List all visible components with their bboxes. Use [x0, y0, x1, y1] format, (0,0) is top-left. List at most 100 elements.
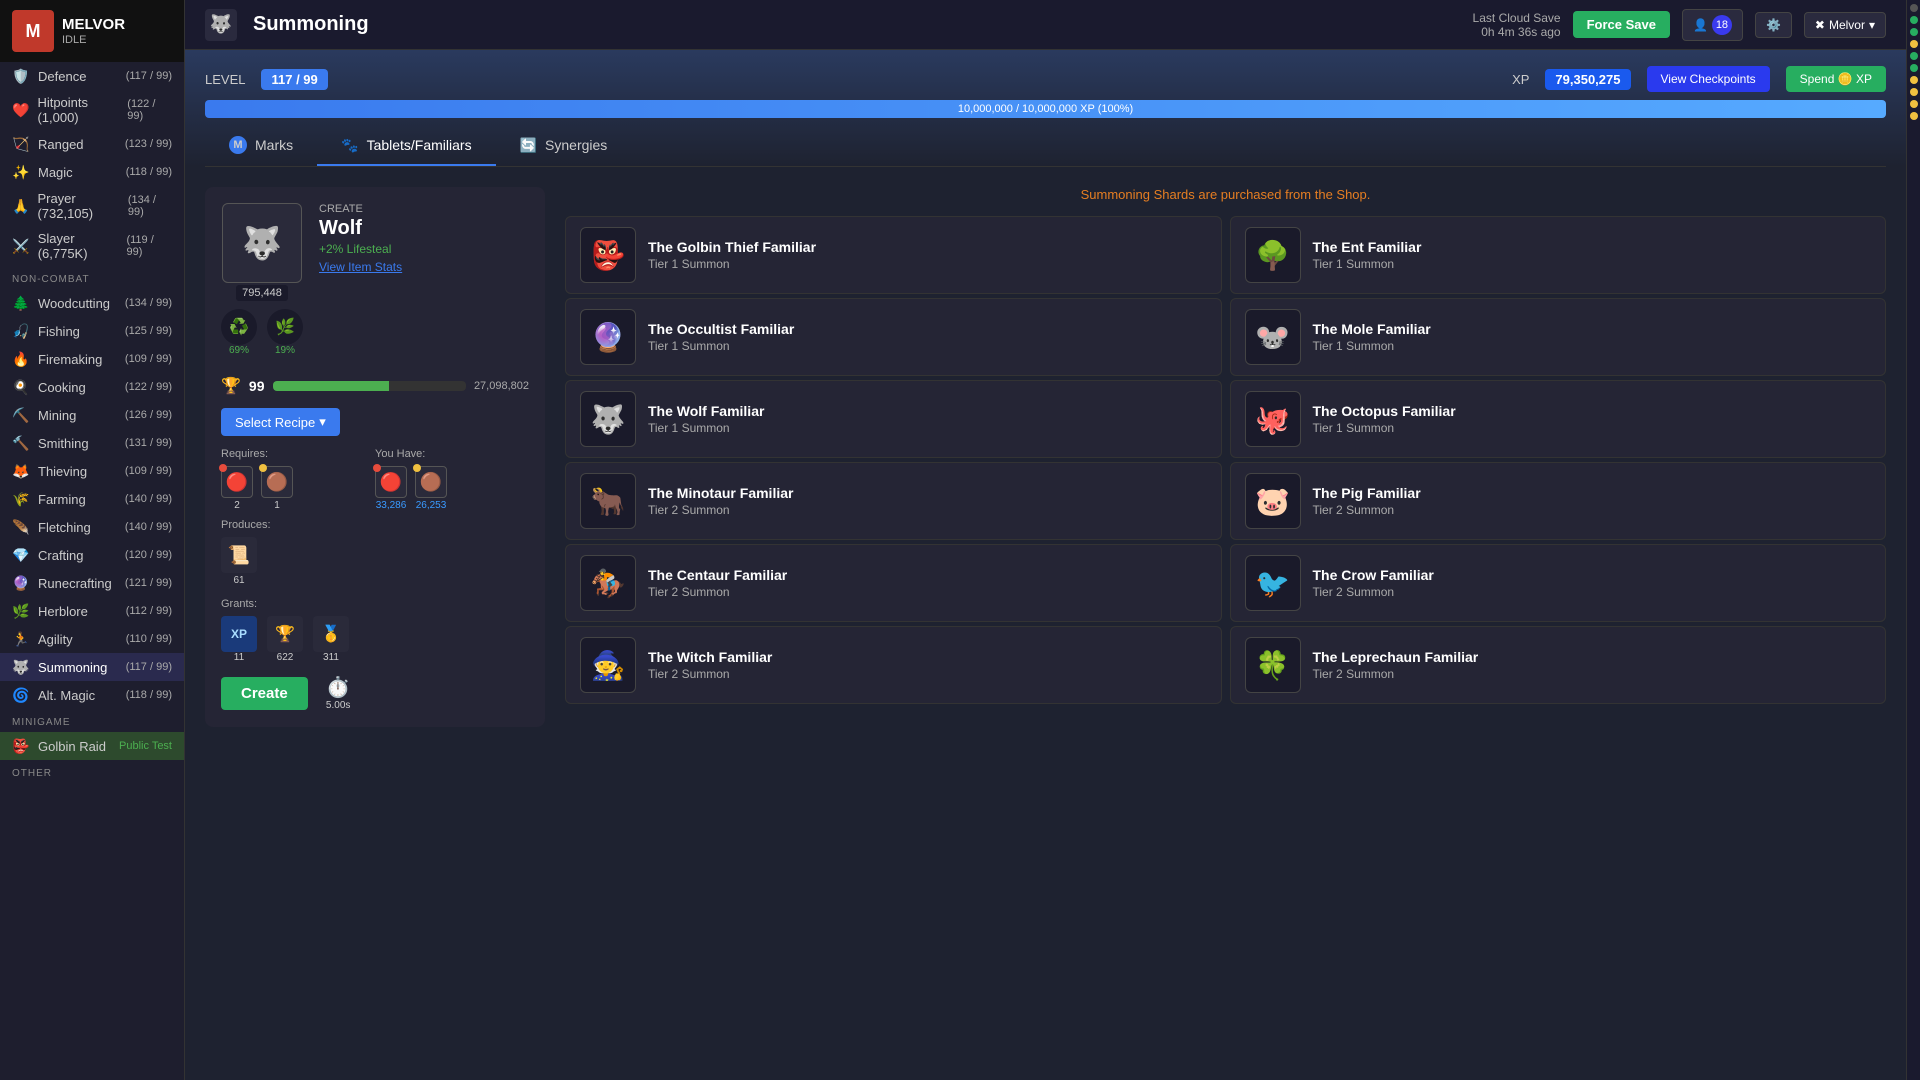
cross-icon: ✖ — [1815, 18, 1825, 32]
grant-medal-value: 311 — [323, 652, 339, 663]
sidebar-item-prayer[interactable]: 🙏 Prayer (732,105) (134 / 99) — [0, 186, 184, 226]
familiar-mole-img: 🐭 — [1245, 309, 1301, 365]
familiar-golbin-thief[interactable]: 👺 The Golbin Thief Familiar Tier 1 Summo… — [565, 216, 1222, 294]
scroll-indicator-4 — [1910, 52, 1918, 60]
req-item-0: 🔴 2 — [221, 466, 253, 511]
sidebar-item-smithing[interactable]: 🔨Smithing (131 / 99) — [0, 429, 184, 457]
spend-xp-button[interactable]: Spend 🪙 XP — [1786, 66, 1886, 92]
scroll-indicator-8 — [1910, 100, 1918, 108]
familiar-octopus[interactable]: 🐙 The Octopus Familiar Tier 1 Summon — [1230, 380, 1887, 458]
familiar-wolf[interactable]: 🐺 The Wolf Familiar Tier 1 Summon — [565, 380, 1222, 458]
sidebar-item-ranged[interactable]: 🏹 Ranged (123 / 99) — [0, 130, 184, 158]
app-logo: M MELVOR IDLE — [0, 0, 184, 62]
have-icon-0: 🔴 — [375, 466, 407, 498]
familiar-witch-img: 🧙 — [580, 637, 636, 693]
sidebar-item-runecrafting[interactable]: 🔮Runecrafting (121 / 99) — [0, 569, 184, 597]
familiar-ent[interactable]: 🌳 The Ent Familiar Tier 1 Summon — [1230, 216, 1887, 294]
req-count-0: 2 — [234, 500, 240, 511]
familiar-leprechaun-img: 🍀 — [1245, 637, 1301, 693]
topbar: 🐺 Summoning Last Cloud Save 0h 4m 36s ag… — [185, 0, 1906, 50]
timer-box: ⏱️ 5.00s — [326, 675, 351, 711]
tab-synergies[interactable]: 🔄 Synergies — [496, 126, 632, 166]
settings-button[interactable]: ⚙️ — [1755, 12, 1792, 38]
familiar-mole-tier: Tier 1 Summon — [1313, 339, 1872, 353]
familiar-centaur-tier: Tier 2 Summon — [648, 585, 1207, 599]
sidebar-item-goblin-raid[interactable]: 👺Golbin Raid Public Test — [0, 732, 184, 760]
farming-icon: 🌾 — [12, 490, 30, 508]
sidebar-item-herblore[interactable]: 🌿Herblore (112 / 99) — [0, 597, 184, 625]
user-count-btn[interactable]: 👤 18 — [1682, 9, 1743, 41]
user-menu-button[interactable]: ✖ Melvor ▾ — [1804, 12, 1886, 38]
magic-icon: ✨ — [12, 163, 30, 181]
familiar-minotaur-tier: Tier 2 Summon — [648, 503, 1207, 517]
sidebar-item-agility[interactable]: 🏃Agility (110 / 99) — [0, 625, 184, 653]
force-save-button[interactable]: Force Save — [1573, 11, 1670, 38]
minigame-label: MINIGAME — [0, 709, 184, 732]
sidebar-item-thieving[interactable]: 🦊Thieving (109 / 99) — [0, 457, 184, 485]
scroll-indicator-2 — [1910, 28, 1918, 36]
familiar-crow-img: 🐦 — [1245, 555, 1301, 611]
familiar-pig[interactable]: 🐷 The Pig Familiar Tier 2 Summon — [1230, 462, 1887, 540]
cloud-save-time: 0h 4m 36s ago — [1473, 25, 1561, 39]
familiar-wolf-tier: Tier 1 Summon — [648, 421, 1207, 435]
sidebar-item-summoning[interactable]: 🐺Summoning (117 / 99) — [0, 653, 184, 681]
craft-progress-row: 🏆 99 27,098,802 — [221, 376, 529, 396]
familiar-witch[interactable]: 🧙 The Witch Familiar Tier 2 Summon — [565, 626, 1222, 704]
level-label: LEVEL — [205, 72, 245, 87]
req-item-1: 🟤 1 — [261, 466, 293, 511]
level-value: 117 / 99 — [261, 69, 327, 90]
synergies-icon: 🔄 — [520, 137, 537, 154]
mastery-icons: ♻️ 69% 🌿 19% — [221, 309, 303, 356]
summoning-icon: 🐺 — [12, 658, 30, 676]
familiar-pig-name: The Pig Familiar — [1313, 485, 1872, 501]
familiar-leprechaun[interactable]: 🍀 The Leprechaun Familiar Tier 2 Summon — [1230, 626, 1887, 704]
sidebar-item-firemaking[interactable]: 🔥Firemaking (109 / 99) — [0, 345, 184, 373]
scroll-indicator-0 — [1910, 4, 1918, 12]
hitpoints-icon: ❤️ — [12, 101, 29, 119]
familiar-octopus-name: The Octopus Familiar — [1313, 403, 1872, 419]
woodcutting-icon: 🌲 — [12, 294, 30, 312]
familiar-occultist[interactable]: 🔮 The Occultist Familiar Tier 1 Summon — [565, 298, 1222, 376]
sidebar-item-farming[interactable]: 🌾Farming (140 / 99) — [0, 485, 184, 513]
recipe-section: Requires: 🔴 2 — [221, 448, 529, 511]
sidebar-item-defence[interactable]: 🛡️ Defence (117 / 99) — [0, 62, 184, 90]
familiar-wolf-img: 🐺 — [580, 391, 636, 447]
familiar-crow-name: The Crow Familiar — [1313, 567, 1872, 583]
logo-icon: M — [12, 10, 54, 52]
view-checkpoints-button[interactable]: View Checkpoints — [1647, 66, 1770, 92]
familiar-octopus-info: The Octopus Familiar Tier 1 Summon — [1313, 403, 1872, 435]
sidebar-item-fishing[interactable]: 🎣Fishing (125 / 99) — [0, 317, 184, 345]
herblore-icon: 🌿 — [12, 602, 30, 620]
sidebar-item-alt-magic[interactable]: 🌀Alt. Magic (118 / 99) — [0, 681, 184, 709]
tab-marks[interactable]: M Marks — [205, 126, 317, 166]
familiar-crow[interactable]: 🐦 The Crow Familiar Tier 2 Summon — [1230, 544, 1887, 622]
sidebar-item-crafting[interactable]: 💎Crafting (120 / 99) — [0, 541, 184, 569]
sidebar-item-woodcutting[interactable]: 🌲Woodcutting (134 / 99) — [0, 289, 184, 317]
settings-icon: ⚙️ — [1766, 18, 1781, 32]
create-item-bonus: +2% Lifesteal — [319, 242, 402, 256]
sidebar-item-hitpoints[interactable]: ❤️ Hitpoints (1,000) (122 / 99) — [0, 90, 184, 130]
familiar-centaur[interactable]: 🏇 The Centaur Familiar Tier 2 Summon — [565, 544, 1222, 622]
familiar-row-3: 🐂 The Minotaur Familiar Tier 2 Summon 🐷 … — [565, 462, 1886, 540]
xp-value: 79,350,275 — [1545, 69, 1630, 90]
username: Melvor — [1829, 18, 1865, 32]
sidebar-item-fletching[interactable]: 🪶Fletching (140 / 99) — [0, 513, 184, 541]
sidebar-item-cooking[interactable]: 🍳Cooking (122 / 99) — [0, 373, 184, 401]
produces-item: 📜 61 — [221, 537, 257, 586]
view-item-stats-link[interactable]: View Item Stats — [319, 260, 402, 274]
tab-tablets-familiars[interactable]: 🐾 Tablets/Familiars — [317, 126, 495, 166]
familiar-crow-info: The Crow Familiar Tier 2 Summon — [1313, 567, 1872, 599]
familiar-mole[interactable]: 🐭 The Mole Familiar Tier 1 Summon — [1230, 298, 1887, 376]
familiar-row-4: 🏇 The Centaur Familiar Tier 2 Summon 🐦 T… — [565, 544, 1886, 622]
timer-icon: ⏱️ — [326, 675, 351, 700]
sidebar-item-slayer[interactable]: ⚔️ Slayer (6,775K) (119 / 99) — [0, 226, 184, 266]
create-button[interactable]: Create — [221, 677, 308, 710]
familiar-minotaur[interactable]: 🐂 The Minotaur Familiar Tier 2 Summon — [565, 462, 1222, 540]
timer-value: 5.00s — [326, 700, 350, 711]
sidebar-item-mining[interactable]: ⛏️Mining (126 / 99) — [0, 401, 184, 429]
prayer-icon: 🙏 — [12, 197, 29, 215]
sidebar-item-magic[interactable]: ✨ Magic (118 / 99) — [0, 158, 184, 186]
craft-info: CREATE Wolf +2% Lifesteal View Item Stat… — [319, 203, 402, 274]
craft-item-container: 🐺 795,448 ♻️ 69% 🌿 19% — [221, 203, 303, 364]
select-recipe-button[interactable]: Select Recipe ▾ — [221, 408, 340, 436]
